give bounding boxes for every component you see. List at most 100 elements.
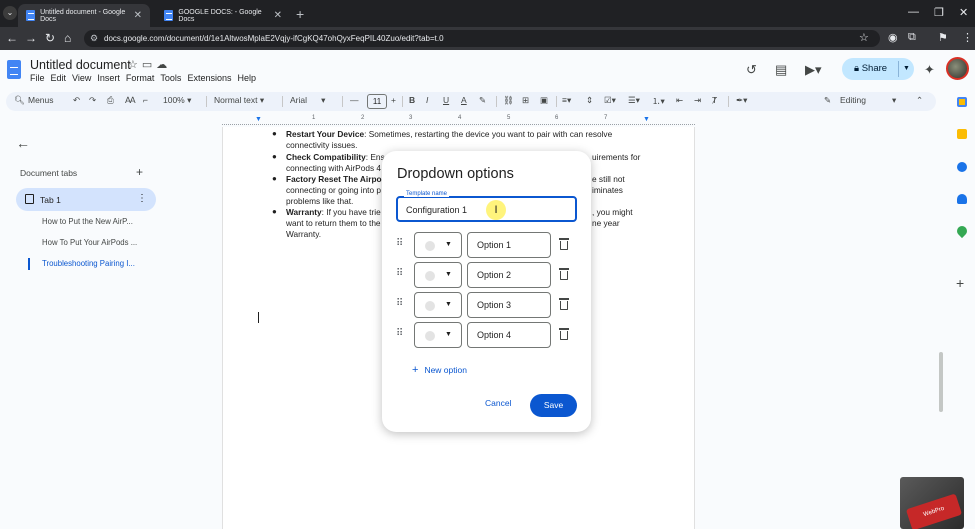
drag-handle-icon[interactable]: ⠿ (396, 328, 403, 339)
extensions-puzzle-icon[interactable]: ⧉ (908, 31, 916, 44)
collapse-toolbar-icon[interactable]: ⌃ (916, 95, 923, 106)
line-spacing-icon[interactable]: ⇕ (586, 95, 593, 106)
numbered-list-icon[interactable]: ⒈▾ (652, 95, 665, 107)
option-input[interactable]: Option 1 (467, 232, 551, 258)
font-size-input[interactable]: 11 (367, 94, 387, 109)
tab-more-options-icon[interactable]: ⋮ (137, 193, 147, 204)
close-tab-icon[interactable]: ✕ (274, 10, 282, 21)
increase-font-size-icon[interactable]: + (391, 95, 396, 105)
minimize-icon[interactable]: — (908, 6, 919, 18)
gemini-sparkle-icon[interactable]: ✦ (924, 62, 935, 78)
menu-tools[interactable]: Tools (160, 73, 181, 83)
close-window-icon[interactable]: ✕ (959, 6, 968, 19)
delete-option-icon[interactable] (559, 298, 569, 310)
comments-icon[interactable]: ▤ (775, 62, 787, 78)
drag-handle-icon[interactable]: ⠿ (396, 238, 403, 249)
get-addons-icon[interactable]: + (956, 275, 964, 291)
search-menus-icon[interactable]: 🔍︎ (14, 95, 25, 106)
clear-formatting-icon[interactable]: Ⱦ (712, 95, 717, 105)
outline-item[interactable]: How To Put Your AirPods ... (42, 238, 137, 247)
reload-icon[interactable]: ↻ (45, 31, 55, 45)
home-icon[interactable]: ⌂ (64, 31, 71, 45)
menus-search-label[interactable]: Menus (28, 95, 54, 105)
new-option-button[interactable]: + New option (412, 364, 467, 376)
extension-icon[interactable]: ◉ (888, 31, 898, 44)
redo-icon[interactable]: ↷ (89, 95, 96, 106)
bookmark-star-icon[interactable]: ☆ (859, 31, 869, 44)
option-color-select[interactable]: ▼ (414, 292, 462, 318)
bold-icon[interactable]: B (409, 95, 415, 105)
tab-search-icon[interactable]: ⌄ (3, 6, 17, 20)
bulleted-list-icon[interactable]: ☰▾ (628, 95, 640, 106)
menu-edit[interactable]: Edit (51, 73, 67, 83)
menu-format[interactable]: Format (126, 73, 155, 83)
option-input[interactable]: Option 4 (467, 322, 551, 348)
paint-format-icon[interactable]: ⌐ (143, 95, 148, 105)
decrease-font-size-icon[interactable]: — (350, 95, 359, 105)
delete-option-icon[interactable] (559, 238, 569, 250)
spellcheck-icon[interactable]: Ꜳ (125, 95, 136, 106)
highlight-icon[interactable]: ✎ (479, 95, 486, 106)
font-select[interactable]: Arial ▾ (290, 95, 325, 106)
option-color-select[interactable]: ▼ (414, 232, 462, 258)
option-color-select[interactable]: ▼ (414, 322, 462, 348)
option-input[interactable]: Option 3 (467, 292, 551, 318)
back-icon[interactable]: ← (6, 31, 18, 45)
drag-handle-icon[interactable]: ⠿ (396, 268, 403, 279)
browser-tab[interactable]: GOOGLE DOCS: - Google Docs ✕ (156, 4, 290, 27)
option-color-select[interactable]: ▼ (414, 262, 462, 288)
doc-line[interactable]: Restart Your Device: Sometimes, restarti… (286, 129, 646, 140)
menu-insert[interactable]: Insert (97, 73, 120, 83)
template-name-field[interactable]: Template name Configuration 1 I (396, 191, 577, 222)
print-icon[interactable]: ⎙ (107, 95, 114, 106)
chevron-down-icon[interactable]: ▼ (903, 58, 910, 80)
restore-icon[interactable]: ❐ (934, 6, 944, 19)
menu-extensions[interactable]: Extensions (187, 73, 231, 83)
delete-option-icon[interactable] (559, 328, 569, 340)
save-button[interactable]: Save (530, 394, 577, 417)
keep-icon[interactable] (957, 129, 967, 139)
underline-icon[interactable]: U (443, 95, 449, 105)
outline-item[interactable]: How to Put the New AirP... (42, 217, 133, 226)
align-icon[interactable]: ≡▾ (562, 95, 571, 106)
calendar-icon[interactable] (957, 97, 967, 107)
document-tab-1[interactable] (16, 188, 156, 211)
editing-mode-icon[interactable]: ✎ (824, 95, 831, 106)
option-input[interactable]: Option 2 (467, 262, 551, 288)
editing-mode-select[interactable]: Editing ▾ (840, 95, 896, 106)
url-input[interactable]: ⚙ docs.google.com/document/d/1e1AltwosMp… (84, 30, 880, 47)
delete-option-icon[interactable] (559, 268, 569, 280)
meet-icon[interactable]: ▶▾ (805, 62, 822, 78)
menu-help[interactable]: Help (237, 73, 256, 83)
close-outline-arrow-icon[interactable]: ← (16, 135, 30, 151)
cancel-button[interactable]: Cancel (485, 398, 511, 408)
menu-view[interactable]: View (72, 73, 91, 83)
star-icon[interactable]: ☆ (128, 59, 142, 71)
browser-tab-active[interactable]: Untitled document - Google Docs ✕ (18, 4, 150, 27)
cloud-status-icon[interactable]: ☁ (156, 59, 171, 71)
tasks-icon[interactable] (957, 162, 967, 172)
italic-icon[interactable]: I (426, 95, 428, 105)
increase-indent-icon[interactable]: ⇥ (694, 95, 701, 106)
contacts-icon[interactable] (957, 194, 967, 204)
decrease-indent-icon[interactable]: ⇤ (676, 95, 683, 106)
text-color-icon[interactable]: A (461, 95, 467, 105)
close-tab-icon[interactable]: ✕ (134, 10, 142, 21)
new-tab-icon[interactable]: + (296, 6, 304, 22)
share-button[interactable]: 🔒︎ Share ▼ (842, 58, 914, 80)
document-title[interactable]: Untitled document (30, 58, 131, 72)
outline-item-active[interactable]: Troubleshooting Pairing I... (42, 259, 135, 268)
move-folder-icon[interactable]: ▭ (142, 59, 156, 71)
profile-extension-icon[interactable]: ⚑ (938, 31, 948, 44)
add-tab-icon[interactable]: + (136, 165, 143, 179)
paragraph-style-select[interactable]: Normal text ▾ (214, 95, 264, 106)
version-history-icon[interactable]: ↺ (746, 62, 757, 78)
undo-icon[interactable]: ↶ (73, 95, 80, 106)
indent-marker-icon[interactable]: ▼ (255, 116, 262, 123)
forward-icon[interactable]: → (25, 31, 37, 45)
site-info-icon[interactable]: ⚙ (90, 30, 98, 47)
docs-logo-icon[interactable] (7, 60, 21, 79)
drag-handle-icon[interactable]: ⠿ (396, 298, 403, 309)
scrollbar[interactable] (939, 352, 943, 412)
pen-icon[interactable]: ✒▾ (736, 95, 747, 106)
